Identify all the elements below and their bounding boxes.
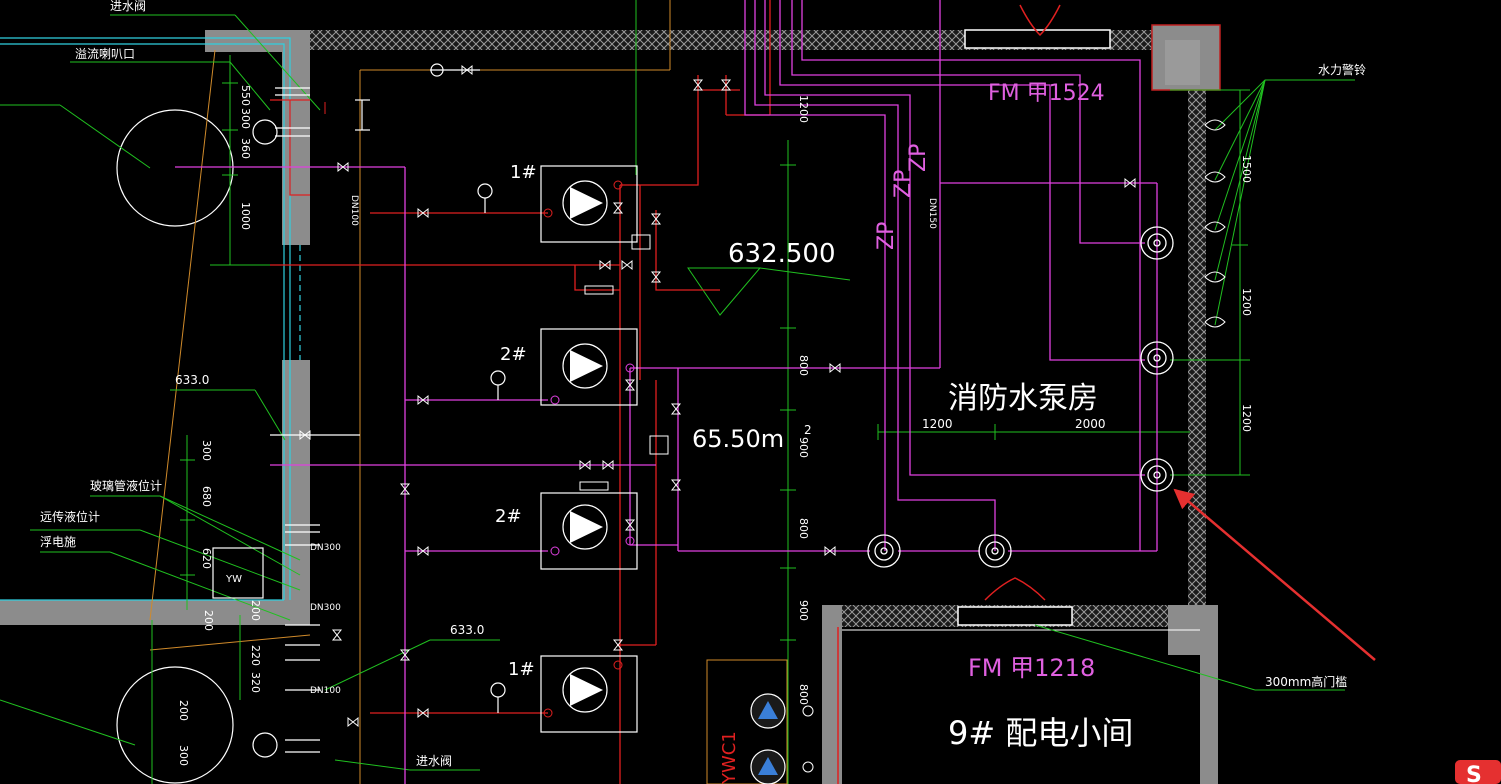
dim-left-8: 200: [202, 610, 215, 631]
switch-room-wall-left: [822, 605, 842, 784]
dim-left-3: 1000: [239, 202, 252, 230]
dim-left-7: 200: [249, 600, 262, 621]
svg-text:S: S: [1466, 763, 1482, 784]
room-area: 65.50m: [692, 425, 784, 453]
dim-mid-1: 800: [797, 355, 810, 376]
callout-elev-a: 633.0: [175, 373, 209, 387]
dim-mid-2: 900: [797, 437, 810, 458]
dn-0: DN100: [349, 195, 359, 226]
callout-inlet-valve-top: 进水阀: [110, 0, 146, 13]
right-wall-hatch: [1188, 90, 1206, 605]
switch-room-wall-right: [1200, 605, 1218, 784]
room-name: 消防水泵房: [948, 381, 1098, 416]
dim-left-0: 550: [239, 85, 252, 106]
bottom-door-opening: [957, 606, 1073, 626]
zp-label-3: ZP: [906, 144, 931, 172]
callout-remote-level: 远传液位计: [40, 509, 100, 524]
dim-right-2: 1200: [1240, 404, 1253, 432]
level-mark: 632.500: [728, 239, 836, 269]
dim-left-12: 300: [177, 745, 190, 766]
corner-logo: S: [1455, 760, 1501, 784]
dim-left-5: 680: [200, 486, 213, 507]
callout-threshold: 300mm高门槛: [1265, 674, 1347, 689]
pump-2-upper: [540, 328, 638, 406]
dn-1: DN150: [927, 198, 937, 229]
dim-left-9: 220: [249, 645, 262, 666]
pump-label-1-bottom: 1#: [508, 659, 535, 680]
dim-mid-5: 800: [797, 684, 810, 705]
level-box-tag: YW: [225, 574, 242, 585]
ywc1-label: YWC1: [719, 731, 740, 784]
dim-left-6: 620: [200, 548, 213, 569]
pump-2-lower: [540, 492, 638, 570]
door-bottom-label: FM 甲1218: [968, 654, 1095, 682]
door-top-label: FM 甲1524: [988, 81, 1105, 106]
dim-bottom-1: 2000: [1075, 417, 1106, 431]
callout-float: 浮电施: [40, 535, 76, 549]
dim-left-11: 200: [177, 700, 190, 721]
callout-overflow: 溢流喇叭口: [75, 46, 135, 61]
dim-mid-0: 1200: [797, 95, 810, 123]
left-wall-upper: [282, 30, 310, 245]
callout-elev-b: 633.0: [450, 623, 484, 637]
pumps: [540, 165, 638, 733]
dim-right-1: 1200: [1240, 288, 1253, 316]
pump-label-2-upper: 2#: [500, 344, 527, 365]
dim-left-1: 300: [239, 108, 252, 129]
dim-right-0: 1500: [1240, 155, 1253, 183]
corner-column-inner: [1165, 40, 1200, 85]
room-area-sup: 2: [804, 423, 812, 437]
callout-inlet-valve-bottom: 进水阀: [416, 754, 452, 768]
switch-room-label: 9# 配电小间: [948, 714, 1133, 752]
dim-mid-3: 800: [797, 518, 810, 539]
dn-3: DN300: [310, 603, 341, 613]
dim-left-10: 320: [249, 672, 262, 693]
dim-mid-4: 900: [797, 600, 810, 621]
pump-label-1-top: 1#: [510, 162, 537, 183]
dim-left-2: 360: [239, 138, 252, 159]
left-bottom-wall: [0, 600, 310, 625]
fire-pump-room-drawing: S 消防水泵房 65.50m 2 FM 甲1524 FM 甲1218 9# 配电…: [0, 0, 1501, 784]
callout-water-alarm: 水力警铃: [1318, 62, 1366, 77]
dim-left-4: 300: [200, 440, 213, 461]
labels: 消防水泵房 65.50m 2 FM 甲1524 FM 甲1218 9# 配电小间…: [40, 0, 1366, 784]
dn-4: DN100: [310, 686, 341, 696]
orange-lines: [149, 0, 671, 784]
alarm-bells: [1204, 119, 1226, 328]
pump-1-top: [540, 165, 638, 243]
pump-1-bottom: [540, 655, 638, 733]
zp-label-1: ZP: [874, 222, 899, 250]
pump-label-2-lower: 2#: [495, 506, 522, 527]
zp-label-2: ZP: [891, 170, 916, 198]
dim-bottom-0: 1200: [922, 417, 953, 431]
dn-2: DN300: [310, 543, 341, 553]
callout-glass-level: 玻璃管液位计: [90, 478, 162, 493]
